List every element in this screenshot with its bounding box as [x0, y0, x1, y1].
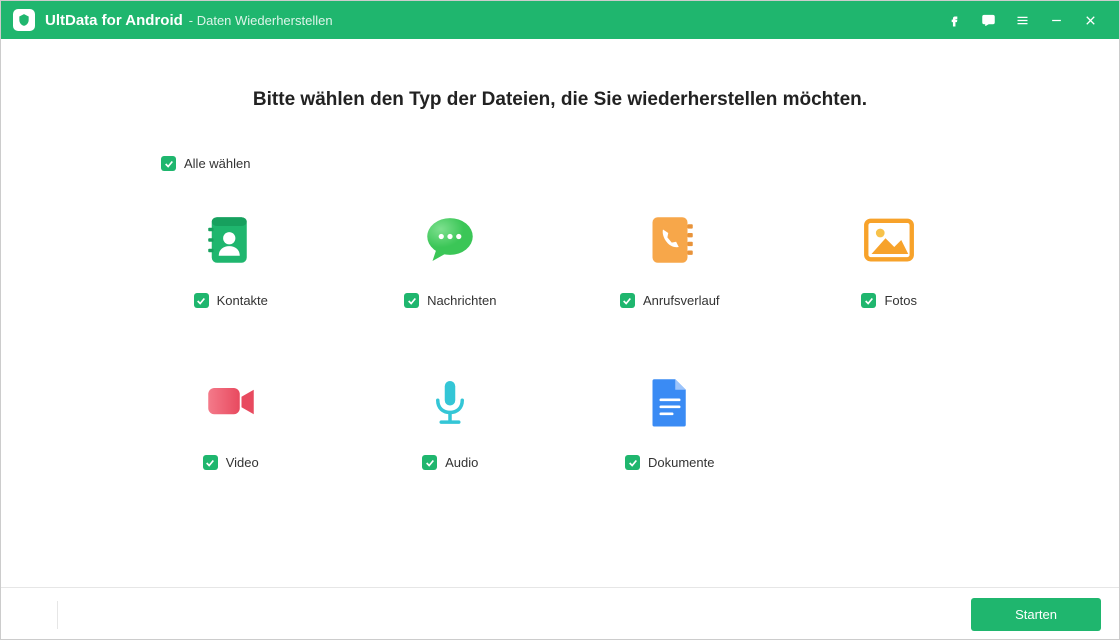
close-icon[interactable]	[1073, 1, 1107, 39]
select-all-row[interactable]: Alle wählen	[161, 156, 1029, 171]
app-subtitle: - Daten Wiederherstellen	[189, 13, 333, 28]
tile-documents[interactable]: Dokumente	[560, 373, 780, 470]
documents-icon	[641, 373, 699, 431]
start-button[interactable]: Starten	[971, 598, 1101, 631]
tile-messages[interactable]: Nachrichten	[341, 211, 561, 308]
photos-icon	[860, 211, 918, 269]
select-all-checkbox[interactable]	[161, 156, 176, 171]
video-label: Video	[226, 455, 259, 470]
file-type-grid: Kontakte Nachrichten	[121, 211, 999, 470]
documents-label: Dokumente	[648, 455, 714, 470]
messages-icon	[421, 211, 479, 269]
audio-label: Audio	[445, 455, 478, 470]
select-all-label: Alle wählen	[184, 156, 251, 171]
audio-icon	[421, 373, 479, 431]
menu-icon[interactable]	[1005, 1, 1039, 39]
messages-label: Nachrichten	[427, 293, 496, 308]
messages-checkbox[interactable]	[404, 293, 419, 308]
tile-calls[interactable]: Anrufsverlauf	[560, 211, 780, 308]
app-title: UltData for Android	[45, 12, 183, 29]
titlebar: UltData for Android - Daten Wiederherste…	[1, 1, 1119, 39]
video-checkbox[interactable]	[203, 455, 218, 470]
main-content: Bitte wählen den Typ der Dateien, die Si…	[1, 39, 1119, 587]
footer: Starten	[1, 587, 1119, 641]
calls-icon	[641, 211, 699, 269]
documents-checkbox[interactable]	[625, 455, 640, 470]
app-logo-icon	[13, 9, 35, 31]
calls-label: Anrufsverlauf	[643, 293, 720, 308]
feedback-icon[interactable]	[971, 1, 1005, 39]
contacts-label: Kontakte	[217, 293, 268, 308]
tile-contacts[interactable]: Kontakte	[121, 211, 341, 308]
photos-checkbox[interactable]	[861, 293, 876, 308]
audio-checkbox[interactable]	[422, 455, 437, 470]
facebook-icon[interactable]	[937, 1, 971, 39]
tile-photos[interactable]: Fotos	[780, 211, 1000, 308]
calls-checkbox[interactable]	[620, 293, 635, 308]
tile-video[interactable]: Video	[121, 373, 341, 470]
photos-label: Fotos	[884, 293, 917, 308]
contacts-icon	[202, 211, 260, 269]
minimize-icon[interactable]	[1039, 1, 1073, 39]
page-headline: Bitte wählen den Typ der Dateien, die Si…	[91, 89, 1029, 111]
video-icon	[202, 373, 260, 431]
home-button[interactable]	[19, 601, 58, 629]
contacts-checkbox[interactable]	[194, 293, 209, 308]
tile-audio[interactable]: Audio	[341, 373, 561, 470]
